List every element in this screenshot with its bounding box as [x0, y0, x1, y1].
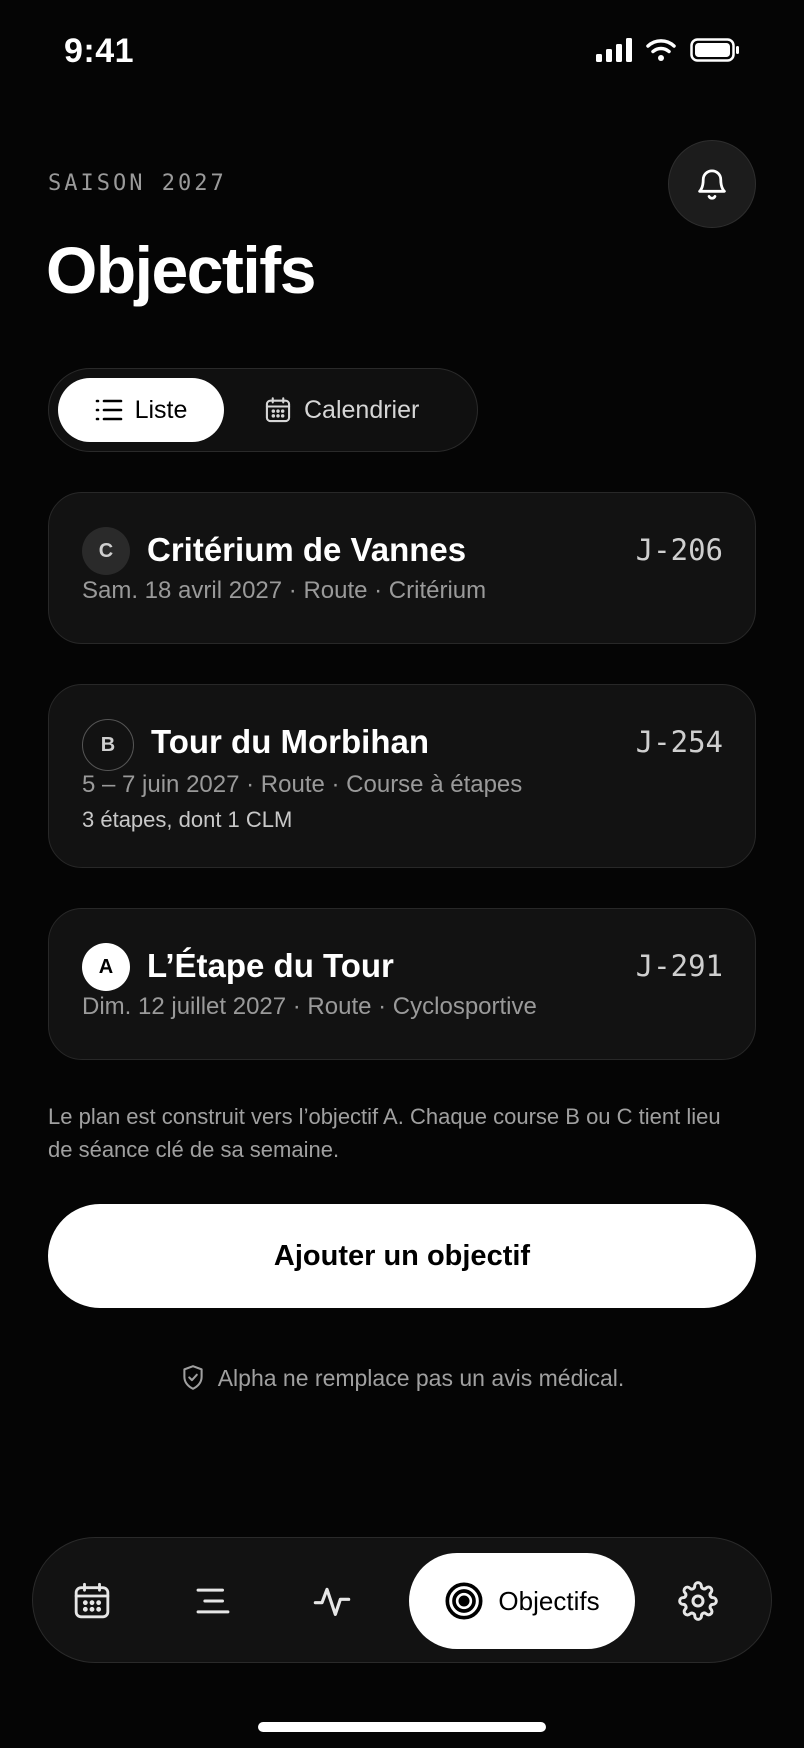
goal-card-b[interactable]: B Tour du Morbihan J-254 5 – 7 juin 2027…	[48, 684, 756, 868]
goal-meta: Sam. 18 avril 2027 · Route · Critérium	[82, 577, 487, 604]
tab-bar: Objectifs	[32, 1537, 772, 1663]
home-indicator	[258, 1722, 546, 1732]
status-icons	[596, 38, 740, 62]
page-title: Objectifs	[46, 233, 316, 307]
view-toggle-calendar-label: Calendrier	[304, 395, 420, 424]
activity-icon	[313, 1587, 351, 1616]
goal-meta: Dim. 12 juillet 2027 · Route · Cyclospor…	[82, 993, 537, 1020]
goal-title: L’Étape du Tour	[147, 947, 394, 984]
list-icon	[95, 399, 122, 421]
list-icon	[196, 1588, 230, 1614]
cellular-signal-icon	[596, 38, 632, 62]
status-time: 9:41	[64, 32, 135, 70]
tab-settings[interactable]	[663, 1538, 733, 1664]
tab-calendar[interactable]	[57, 1538, 127, 1664]
battery-icon	[690, 38, 739, 62]
tab-activity[interactable]	[297, 1538, 367, 1664]
goal-card-a[interactable]: A L’Étape du Tour J-291 Dim. 12 juillet …	[48, 908, 756, 1060]
tab-objectives-label: Objectifs	[498, 1585, 600, 1616]
goal-title: Critérium de Vannes	[147, 531, 467, 568]
priority-badge: C	[82, 527, 130, 575]
wifi-icon	[646, 39, 676, 61]
disclaimer-text: Alpha ne remplace pas un avis médical.	[217, 1364, 625, 1391]
settings-icon	[678, 1581, 718, 1621]
priority-badge: A	[82, 943, 130, 991]
priority-badge: B	[82, 719, 134, 771]
goal-countdown: J-254	[635, 725, 723, 759]
goal-countdown: J-291	[635, 949, 723, 983]
goal-meta: 5 – 7 juin 2027 · Route · Course à étape…	[82, 771, 523, 798]
bell-icon	[698, 169, 726, 200]
add-goal-button[interactable]: Ajouter un objectif	[48, 1204, 756, 1308]
notifications-button[interactable]	[668, 140, 756, 228]
goal-title: Tour du Morbihan	[151, 723, 430, 760]
tab-plan[interactable]	[178, 1538, 248, 1664]
plan-note: Le plan est construit vers l’objectif A.…	[48, 1104, 721, 1162]
goal-card-c[interactable]: C Critérium de Vannes J-206 Sam. 18 avri…	[48, 492, 756, 644]
goal-detail: 3 étapes, dont 1 CLM	[82, 807, 293, 832]
view-toggle-list-label: Liste	[134, 395, 188, 424]
tab-objectives[interactable]: Objectifs	[409, 1553, 635, 1649]
view-toggle: Liste Calendrier	[48, 368, 478, 452]
calendar-icon	[265, 397, 291, 423]
view-toggle-calendar[interactable]: Calendrier	[264, 378, 419, 442]
season-label: SAISON 2027	[48, 171, 227, 196]
shield-check-icon	[183, 1365, 203, 1390]
medical-disclaimer: Alpha ne remplace pas un avis médical.	[0, 1364, 804, 1392]
calendar-icon	[74, 1582, 110, 1619]
goal-countdown: J-206	[635, 533, 723, 567]
status-bar: 9:41	[0, 0, 804, 108]
view-toggle-list[interactable]: Liste	[58, 378, 224, 442]
target-icon	[445, 1582, 483, 1620]
